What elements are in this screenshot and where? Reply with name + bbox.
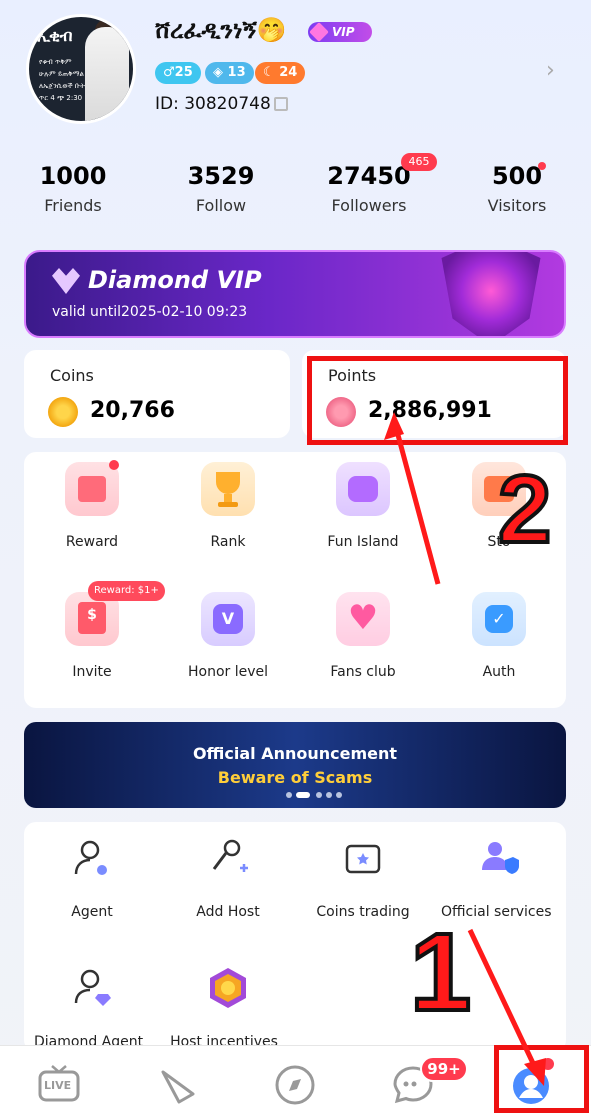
step-number-1: 1	[408, 911, 473, 1034]
step-number-2: 2	[496, 456, 553, 563]
